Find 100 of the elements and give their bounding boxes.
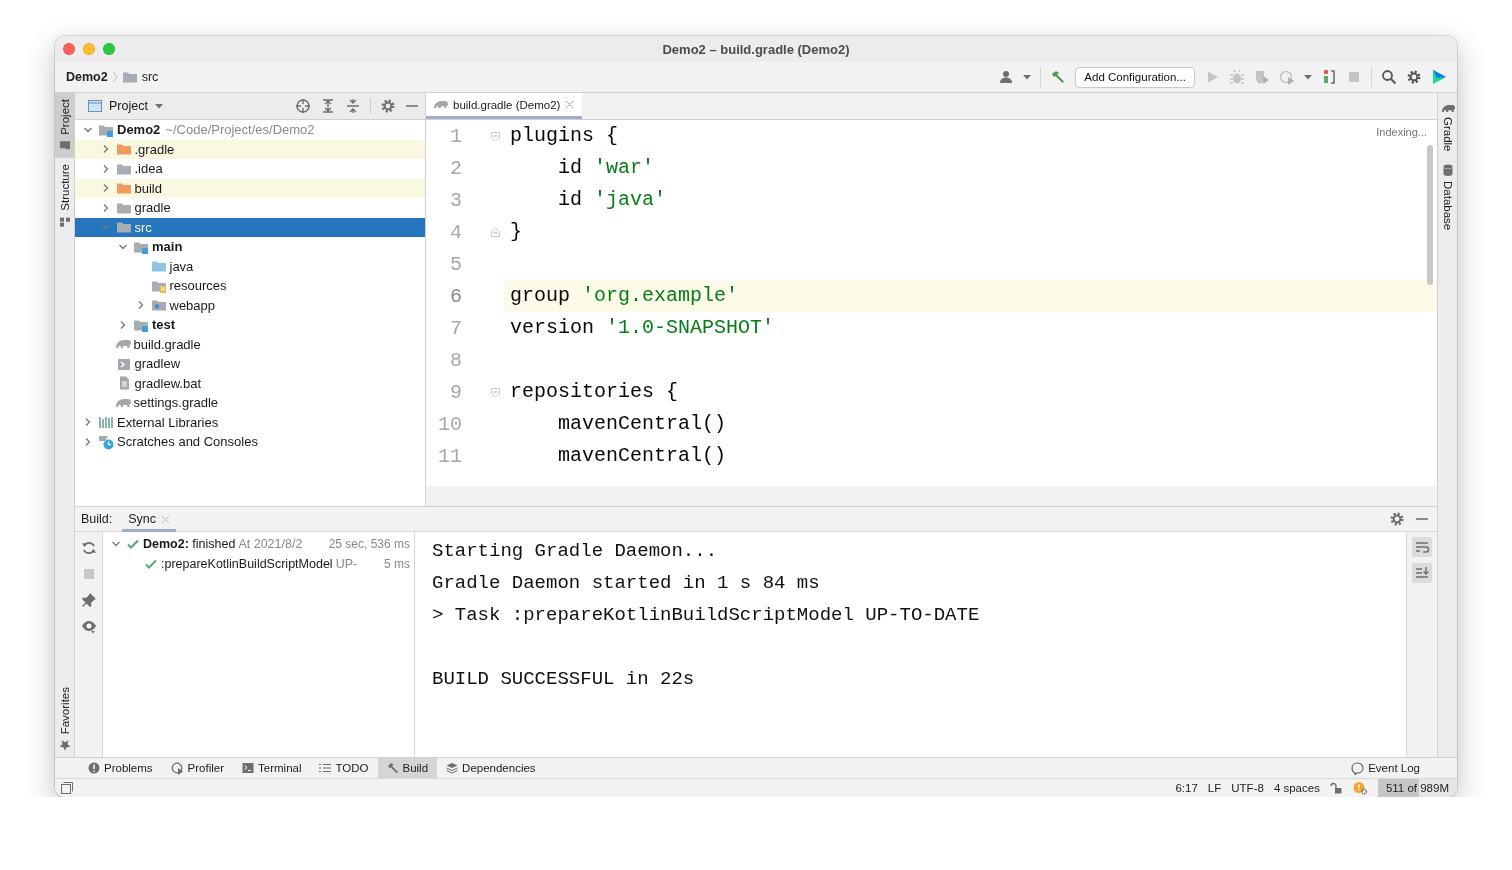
editor-tab[interactable]: build.gradle (Demo2): [426, 93, 583, 119]
tree-item[interactable]: resources: [75, 276, 425, 296]
warning-gear-icon[interactable]: [1351, 781, 1368, 795]
fold-marker-icon[interactable]: [490, 130, 501, 142]
tool-window-tab[interactable]: Structure: [55, 157, 75, 234]
caret-icon[interactable]: [1304, 73, 1312, 81]
user-icon[interactable]: [998, 69, 1015, 85]
tree-item[interactable]: gradle: [75, 198, 425, 218]
tree-item[interactable]: src: [75, 217, 425, 237]
elephant-icon: [115, 398, 131, 407]
tree-item[interactable]: Demo2 ~/Code/Project/es/Demo2: [75, 120, 425, 140]
fold-marker-icon[interactable]: [490, 226, 501, 238]
tool-window-tab[interactable]: TODO: [310, 758, 378, 778]
code-line: id 'war': [557, 155, 655, 181]
breadcrumb-item[interactable]: Demo2: [66, 70, 108, 84]
database-icon: [1442, 163, 1454, 176]
build-tree-item[interactable]: :prepareKotlinBuildScriptModel UP- 5 ms: [103, 553, 414, 574]
pin-icon[interactable]: [80, 592, 97, 609]
tree-item[interactable]: Scratches and Consoles: [75, 432, 425, 452]
search-icon[interactable]: [1381, 69, 1397, 85]
locate-icon[interactable]: [295, 98, 311, 114]
status-text: Indexing...: [1376, 126, 1427, 138]
tool-window-tab[interactable]: Build: [377, 758, 438, 778]
code-line: }: [509, 219, 522, 245]
zoom-button[interactable]: [103, 43, 115, 55]
settings-icon[interactable]: [380, 98, 396, 114]
tree-item[interactable]: webapp: [75, 295, 425, 315]
close-icon[interactable]: [565, 100, 575, 109]
code-line: plugins {: [509, 123, 619, 149]
fold-marker-icon[interactable]: [490, 386, 501, 398]
file-encoding[interactable]: UTF-8: [1231, 782, 1264, 794]
line-number: 1: [449, 124, 462, 148]
tree-item[interactable]: build: [75, 178, 425, 198]
scroll-to-end-icon[interactable]: [1412, 563, 1432, 584]
tree-item[interactable]: java: [75, 256, 425, 276]
tool-window-tab[interactable]: Favorites: [55, 680, 75, 757]
elephant-icon: [115, 340, 131, 349]
event-log-button[interactable]: Event Log: [1342, 758, 1429, 778]
structure-icon: [59, 215, 71, 228]
code-line: repositories {: [509, 379, 679, 405]
console-line: Gradle Daemon started in 1 s 84 ms: [432, 571, 821, 597]
scrollbar-thumb[interactable]: [1427, 145, 1433, 285]
tool-window-tab[interactable]: Terminal: [233, 758, 311, 778]
caret-icon[interactable]: [153, 101, 164, 111]
breadcrumb-item[interactable]: src: [121, 69, 159, 85]
refresh-icon[interactable]: [80, 540, 97, 557]
build-tree-item[interactable]: Demo2: finished At 2021/8/2 25 sec, 536 ms: [103, 534, 414, 554]
line-number: 3: [449, 188, 462, 212]
code-line: mavenCentral(): [557, 443, 727, 469]
play-logo-icon[interactable]: [1431, 69, 1447, 85]
tree-item[interactable]: build.gradle: [75, 334, 425, 354]
caret-icon[interactable]: [1023, 73, 1032, 81]
coverage-icon[interactable]: [1254, 69, 1270, 85]
attach-icon[interactable]: [1321, 69, 1337, 85]
settings-icon[interactable]: [1406, 69, 1422, 85]
panel-tab[interactable]: Sync: [122, 506, 177, 532]
eye-icon[interactable]: [80, 618, 97, 635]
tree-item[interactable]: gradlew: [75, 354, 425, 374]
tree-item[interactable]: .idea: [75, 159, 425, 179]
caret-position[interactable]: 6:17: [1175, 782, 1198, 794]
library-icon: [98, 414, 114, 431]
tree-item[interactable]: settings.gradle: [75, 393, 425, 413]
tree-item[interactable]: External Libraries: [75, 412, 425, 432]
settings-icon[interactable]: [1389, 511, 1405, 528]
run-configuration-button[interactable]: Add Configuration...: [1075, 66, 1195, 88]
line-number: 11: [437, 444, 462, 468]
tree-item[interactable]: gradlew.bat: [75, 373, 425, 393]
panel-title: Project: [109, 99, 148, 113]
indent-setting[interactable]: 4 spaces: [1273, 782, 1320, 794]
tree-item[interactable]: test: [75, 315, 425, 335]
tree-item[interactable]: .gradle: [75, 139, 425, 159]
tool-window-tab[interactable]: Dependencies: [437, 758, 545, 778]
window-title: Demo2 – build.gradle (Demo2): [662, 41, 850, 57]
path-hint: ~/Code/Project/es/Demo2: [165, 122, 315, 138]
unlock-icon[interactable]: [1329, 782, 1342, 794]
profiler-icon[interactable]: [1279, 69, 1295, 85]
expand-all-icon[interactable]: [320, 98, 336, 114]
panel-label: Build:: [81, 512, 113, 527]
tool-window-tab[interactable]: Project: [55, 93, 75, 158]
console-line: BUILD SUCCESSFUL in 22s: [432, 667, 696, 693]
tree-item[interactable]: main: [75, 237, 425, 257]
line-number: 5: [449, 252, 462, 276]
console-line: > Task :prepareKotlinBuildScriptModel UP-TO-DATE: [432, 603, 981, 629]
close-button[interactable]: [63, 43, 75, 55]
tool-window-tab[interactable]: Database: [1438, 157, 1457, 236]
line-number: 2: [449, 156, 462, 180]
tool-window-tab[interactable]: Problems: [79, 758, 162, 778]
code-line: group 'org.example': [509, 283, 739, 309]
tool-window-tab[interactable]: Gradle: [1438, 99, 1457, 158]
line-number: 9: [449, 380, 462, 404]
tool-window-tab[interactable]: Profiler: [161, 758, 233, 778]
exclamation-circle-icon: [88, 762, 100, 774]
soft-wrap-icon[interactable]: [1412, 537, 1432, 558]
memory-indicator[interactable]: 511 of 989M: [1377, 778, 1457, 797]
window-icon[interactable]: [61, 782, 73, 794]
line-separator[interactable]: LF: [1207, 782, 1222, 794]
hammer-icon[interactable]: [1050, 69, 1067, 85]
speech-bubble-icon: [1351, 761, 1365, 775]
layers-icon: [446, 762, 459, 774]
collapse-all-icon[interactable]: [345, 98, 361, 114]
